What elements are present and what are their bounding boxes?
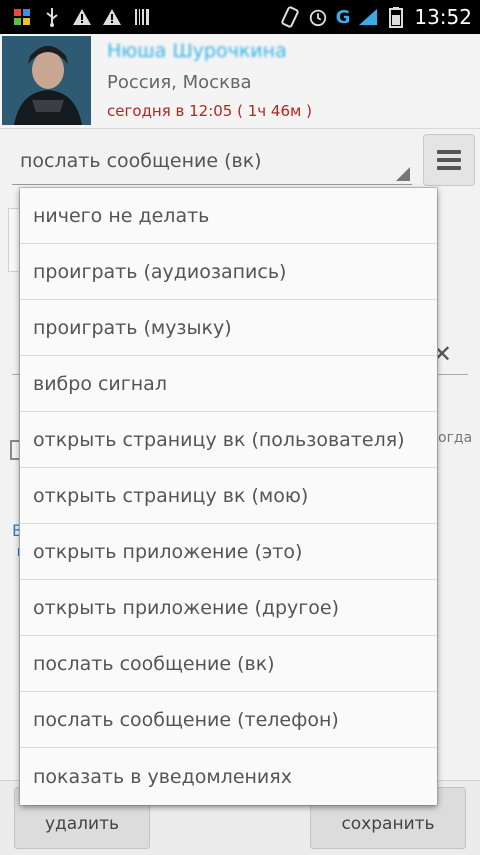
dropdown-item[interactable]: послать сообщение (вк) (20, 636, 437, 692)
notification-icons (12, 7, 152, 27)
warning-icon (102, 7, 122, 27)
rotate-icon (280, 6, 300, 28)
spinner-selected-value: послать сообщение (вк) (20, 150, 262, 172)
menu-icon (437, 150, 461, 154)
clock: 13:52 (414, 5, 472, 29)
dropdown-item[interactable]: открыть страницу вк (мою) (20, 468, 437, 524)
dropdown-item[interactable]: ничего не делать (20, 188, 437, 244)
profile-name: Нюша Шурочкина (107, 40, 287, 62)
dropdown-item[interactable]: открыть страницу вк (пользователя) (20, 412, 437, 468)
alarm-icon (308, 7, 328, 27)
dropdown-item[interactable]: проиграть (музыку) (20, 300, 437, 356)
barcode-icon (132, 7, 152, 27)
profile-header[interactable]: Нюша Шурочкина Россия, Москва сегодня в … (0, 34, 480, 129)
spinner-arrow-icon (396, 167, 410, 181)
dropdown-item[interactable]: проиграть (аудиозапись) (20, 244, 437, 300)
gallery-icon (12, 7, 32, 27)
dropdown-item[interactable]: открыть приложение (это) (20, 524, 437, 580)
dropdown-item[interactable]: показать в уведомлениях (20, 748, 437, 805)
system-icons: G 13:52 (280, 3, 472, 31)
warning-icon (72, 7, 92, 27)
avatar[interactable] (2, 36, 91, 125)
profile-location: Россия, Москва (107, 72, 252, 93)
checkbox-label-partial: огда (438, 430, 473, 446)
dropdown-item[interactable]: открыть приложение (другое) (20, 580, 437, 636)
network-type: G (335, 6, 351, 28)
dropdown-item[interactable]: послать сообщение (телефон) (20, 692, 437, 748)
signal-icon (358, 7, 378, 27)
status-bar: G 13:52 (0, 0, 480, 34)
dropdown-item[interactable]: вибро сигнал (20, 356, 437, 412)
menu-button[interactable] (423, 134, 475, 186)
battery-icon (386, 7, 406, 28)
usb-icon (42, 7, 62, 27)
action-spinner[interactable]: послать сообщение (вк) (12, 140, 412, 185)
last-seen: сегодня в 12:05 ( 1ч 46м ) (107, 102, 312, 120)
action-dropdown: ничего не делать проиграть (аудиозапись)… (20, 188, 437, 805)
